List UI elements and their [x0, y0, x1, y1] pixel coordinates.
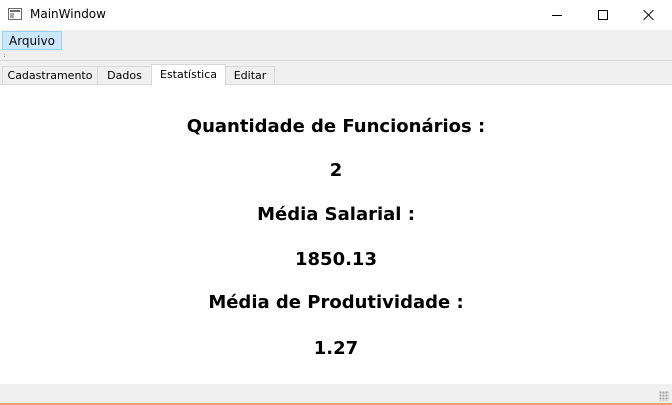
tab-editar[interactable]: Editar [225, 66, 275, 85]
tab-bar: Cadastramento Dados Estatística Editar [0, 64, 672, 86]
resize-grip-icon[interactable] [659, 391, 669, 401]
average-productivity-label: Média de Produtividade : [208, 292, 464, 313]
menu-bar: Arquivo [0, 30, 672, 51]
status-bar [0, 384, 672, 405]
tab-estatistica[interactable]: Estatística [151, 64, 226, 86]
menu-item-arquivo[interactable]: Arquivo [2, 31, 62, 50]
maximize-button[interactable] [580, 0, 626, 30]
employee-count-value: 2 [329, 160, 343, 181]
statistics-panel: Quantidade de Funcionários : 2 Média Sal… [0, 84, 672, 384]
average-productivity-value: 1.27 [313, 338, 359, 359]
window-title: MainWindow [30, 7, 106, 21]
title-bar: MainWindow [0, 0, 672, 30]
toolbar-area [0, 51, 672, 61]
employee-count-label: Quantidade de Funcionários : [186, 116, 486, 137]
close-icon [643, 9, 655, 21]
average-salary-label: Média Salarial : [257, 204, 415, 225]
tab-cadastramento[interactable]: Cadastramento [2, 66, 98, 85]
maximize-icon [598, 10, 608, 20]
average-salary-value: 1850.13 [295, 249, 377, 270]
close-button[interactable] [626, 0, 672, 30]
minimize-button[interactable] [534, 0, 580, 30]
minimize-icon [552, 14, 562, 16]
app-window-icon [8, 8, 22, 20]
tab-dados[interactable]: Dados [97, 66, 152, 85]
